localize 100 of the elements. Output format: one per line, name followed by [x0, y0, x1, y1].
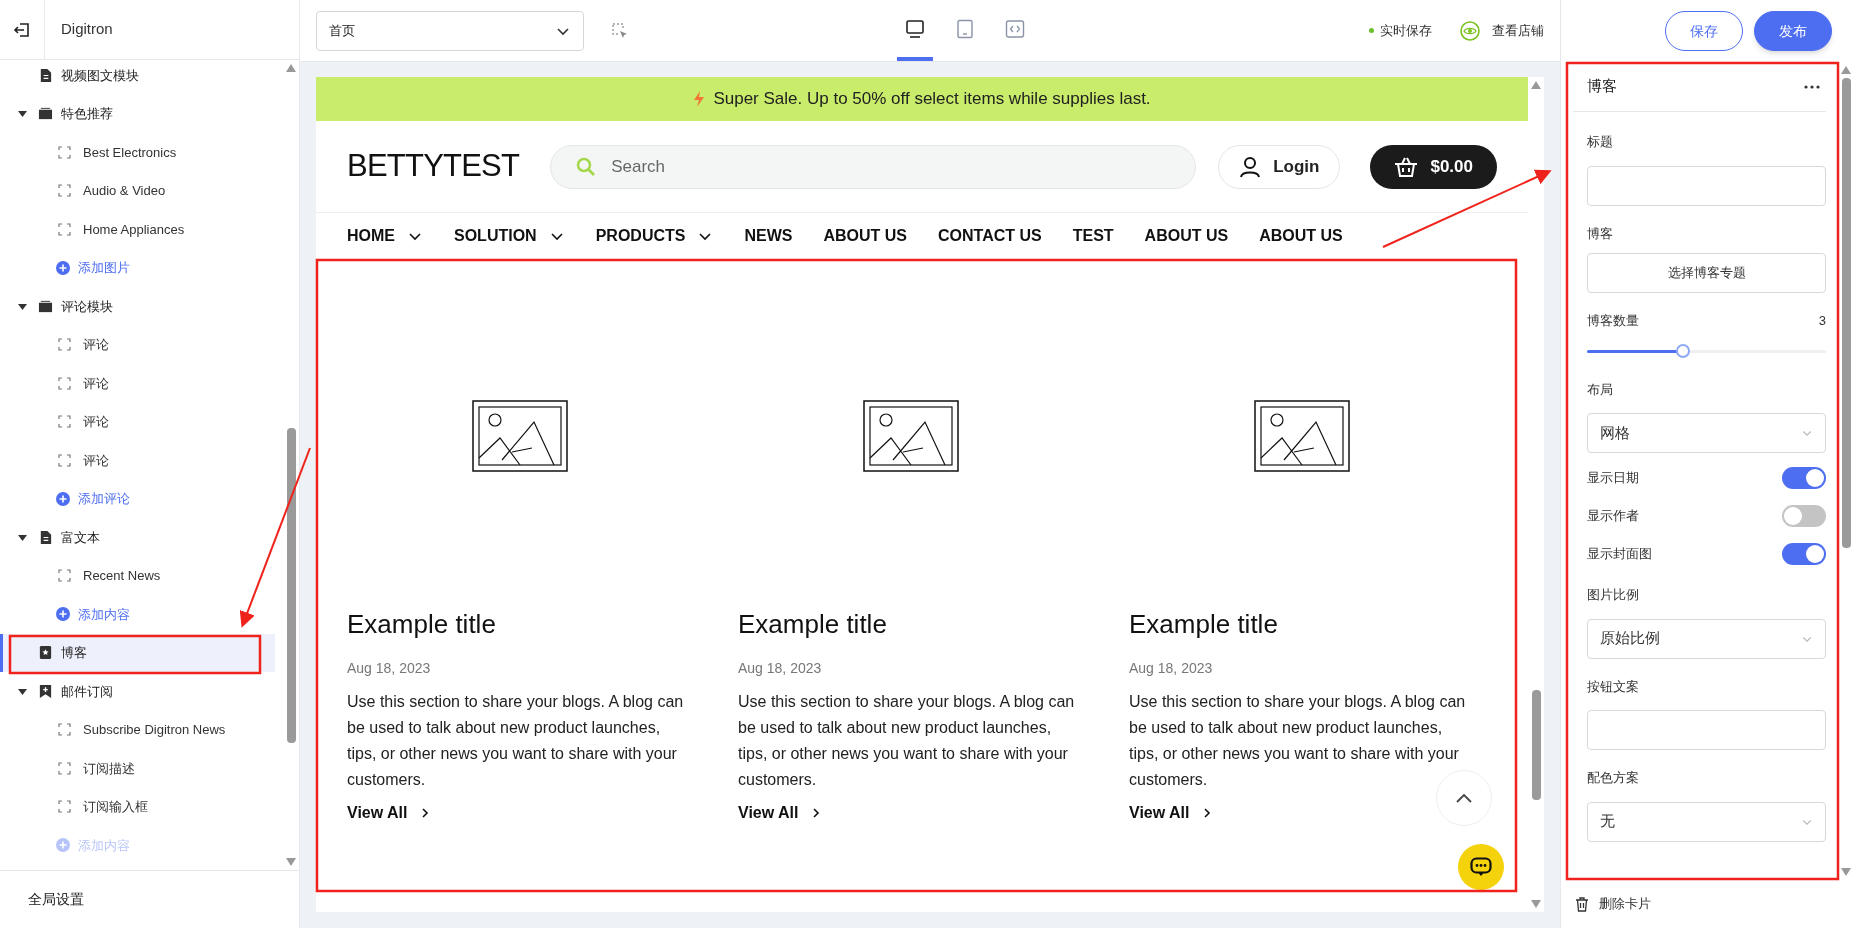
user-icon — [1239, 155, 1262, 178]
bookmark-plus-icon — [38, 683, 53, 699]
caret-down-icon[interactable] — [17, 686, 27, 696]
tree-section[interactable]: 富文本 — [0, 518, 275, 557]
nav-link[interactable]: TEST — [1072, 224, 1114, 248]
add-icon[interactable] — [56, 607, 70, 622]
scroll-up-icon[interactable] — [1531, 81, 1541, 89]
more-options-icon[interactable] — [1804, 84, 1820, 89]
nav-link[interactable]: PRODUCTS — [595, 224, 714, 248]
add-link[interactable]: 添加内容 — [78, 604, 130, 624]
text-input[interactable] — [1587, 710, 1826, 750]
scroll-down-icon[interactable] — [286, 858, 296, 866]
select-element-icon[interactable] — [611, 21, 629, 40]
tree-section[interactable]: 特色推荐 — [0, 94, 275, 133]
lightning-icon — [693, 91, 706, 107]
field-label: 标题 — [1587, 133, 1614, 151]
desktop-icon[interactable] — [905, 18, 925, 39]
post-excerpt: Use this section to share your blogs. A blog can be used to talk about new product launches, tips, or other news you want to share with your customers. — [1129, 692, 1467, 790]
add-link[interactable]: 添加图片 — [78, 258, 130, 278]
tree-item[interactable]: Best Electronics — [0, 133, 283, 172]
toggle-switch[interactable] — [1782, 467, 1826, 489]
tree-item[interactable]: Recent News — [0, 556, 283, 595]
post-title: Example title — [347, 608, 497, 641]
post-date: Aug 18, 2023 — [738, 659, 823, 678]
tree-item[interactable]: Audio & Video — [0, 171, 283, 210]
slider[interactable] — [1587, 343, 1826, 358]
field-label: 配色方案 — [1587, 769, 1640, 787]
view-store-button[interactable]: 查看店铺 — [1460, 20, 1544, 41]
delete-card-button[interactable]: 删除卡片 — [1561, 880, 1860, 928]
global-settings-link[interactable]: 全局设置 — [28, 889, 84, 910]
add-icon[interactable] — [56, 491, 70, 506]
toggle-switch[interactable] — [1782, 505, 1826, 527]
search-field[interactable]: Search — [550, 144, 1197, 189]
dashed-frame-icon — [58, 569, 71, 583]
star-document-icon — [38, 645, 53, 661]
nav-link[interactable]: HOME — [347, 224, 423, 248]
post-title: Example title — [1129, 608, 1279, 641]
select-field[interactable]: 网格 — [1587, 413, 1826, 453]
save-button[interactable]: 保存 — [1665, 11, 1743, 51]
add-icon[interactable] — [56, 260, 70, 275]
scroll-up-icon[interactable] — [286, 64, 296, 72]
tree-item[interactable]: 订阅描述 — [0, 749, 283, 788]
text-input[interactable] — [1587, 165, 1826, 206]
caret-down-icon[interactable] — [17, 532, 27, 542]
tree-item[interactable]: Home Appliances — [0, 210, 283, 249]
chat-button[interactable] — [1458, 844, 1504, 890]
trash-icon — [1575, 896, 1589, 912]
folder-icon — [38, 298, 53, 314]
tree-item[interactable]: 订阅输入框 — [0, 787, 283, 826]
expand-width-icon[interactable] — [1005, 18, 1025, 39]
toggle-switch[interactable] — [1782, 543, 1826, 565]
publish-button[interactable]: 发布 — [1754, 11, 1832, 51]
cart-button[interactable]: $0.00 — [1370, 144, 1497, 189]
tree-section[interactable]: 邮件订阅 — [0, 672, 275, 711]
scrollbar-thumb[interactable] — [1531, 690, 1541, 800]
tree-section[interactable]: 评论模块 — [0, 287, 275, 326]
chat-bubble-icon — [1470, 857, 1492, 877]
slider-thumb[interactable] — [1675, 343, 1690, 358]
exit-icon[interactable] — [13, 20, 31, 39]
scroll-up-icon[interactable] — [1841, 66, 1851, 74]
tree-item[interactable]: 评论 — [0, 325, 283, 364]
view-all-link[interactable]: View All — [347, 801, 432, 825]
field-label: 显示日期 — [1587, 469, 1639, 488]
field-label: 博客数量 — [1587, 312, 1639, 330]
add-link[interactable]: 添加评论 — [78, 489, 130, 509]
field-label: 显示封面图 — [1587, 545, 1652, 564]
tree-section[interactable]: 视频图文模块 — [0, 60, 275, 95]
nav-link[interactable]: SOLUTION — [454, 224, 565, 248]
page-select[interactable]: 首页 — [316, 10, 584, 51]
scrollbar-thumb[interactable] — [1841, 78, 1851, 548]
nav-link[interactable]: CONTACT US — [938, 224, 1042, 248]
tree-item[interactable]: 评论 — [0, 364, 283, 403]
view-all-link[interactable]: View All — [738, 801, 823, 825]
caret-down-icon[interactable] — [17, 109, 27, 119]
nav-link[interactable]: NEWS — [744, 224, 793, 248]
tree-item[interactable]: Subscribe Digitron News — [0, 710, 283, 749]
tree-item[interactable]: 评论 — [0, 402, 283, 441]
caret-down-icon[interactable] — [17, 301, 27, 311]
nav-link[interactable]: ABOUT US — [1144, 224, 1229, 248]
scrollbar-thumb[interactable] — [286, 428, 296, 743]
select-field[interactable]: 无 — [1587, 801, 1826, 842]
nav-link[interactable]: ABOUT US — [823, 224, 907, 248]
folder-icon — [38, 106, 53, 122]
image-placeholder-icon — [862, 400, 959, 472]
scroll-down-icon[interactable] — [1841, 868, 1851, 876]
choose-topic-button[interactable]: 选择博客专题 — [1587, 253, 1826, 293]
field-label: 布局 — [1587, 380, 1614, 399]
document-icon — [38, 67, 53, 83]
store-logo: BETTYTEST — [347, 147, 520, 186]
tablet-icon[interactable] — [955, 18, 975, 39]
dashed-frame-icon — [58, 338, 71, 352]
scroll-down-icon[interactable] — [1531, 900, 1541, 908]
slider-value: 3 — [1818, 312, 1826, 330]
search-icon — [576, 156, 597, 177]
document-icon — [38, 529, 53, 545]
nav-link[interactable]: ABOUT US — [1259, 224, 1343, 248]
tree-item[interactable]: 评论 — [0, 441, 283, 480]
select-field[interactable]: 原始比例 — [1587, 618, 1826, 659]
tree-section[interactable]: 博客 — [0, 633, 275, 672]
view-all-link[interactable]: View All — [1129, 801, 1214, 825]
